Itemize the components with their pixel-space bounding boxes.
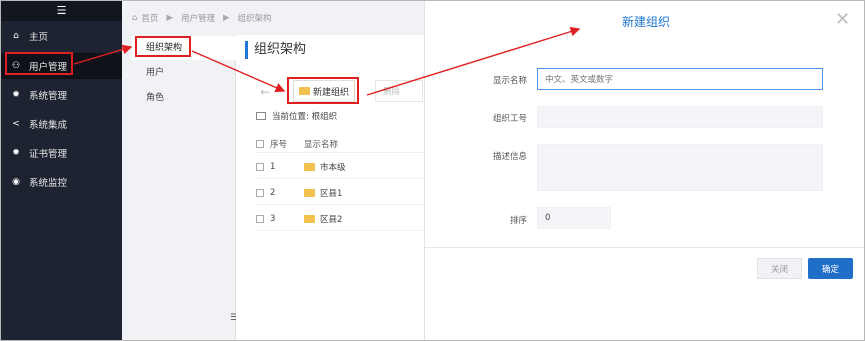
annotation-arrows [73,26,581,96]
arrow-icon [366,26,581,96]
arrow-icon [191,50,286,93]
arrow-icon [73,44,133,65]
app-window: ☰ ⌂ 主页 ⚇ 用户管理 ✹ 系统管理 < 系统集成 ✹ 证书管理 ◉ 系统监… [0,0,865,341]
